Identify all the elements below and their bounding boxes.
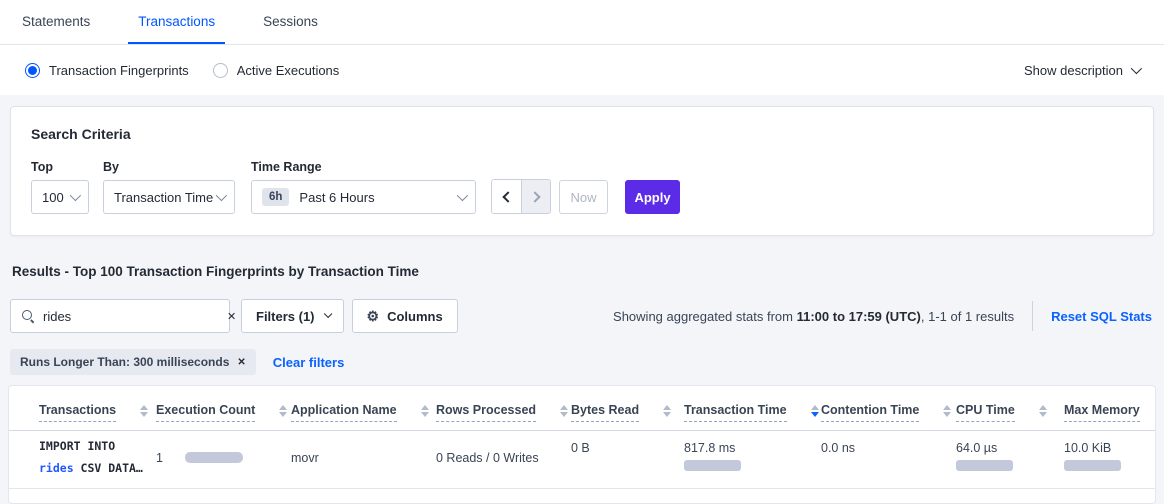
filters-button-label: Filters (1) [256, 309, 315, 324]
sort-icon-active-desc[interactable] [811, 405, 819, 417]
by-label: By [103, 160, 251, 174]
col-header-contention-time[interactable]: Contention Time [821, 386, 956, 431]
time-range-next-button[interactable] [521, 180, 550, 213]
results-toolbar: ✕ Filters (1) ⚙ Columns Showing aggregat… [10, 299, 1154, 333]
tab-statements[interactable]: Statements [12, 0, 100, 44]
time-range-label: Time Range [251, 160, 476, 174]
chevron-right-icon [529, 191, 540, 202]
chevron-left-icon [502, 191, 513, 202]
radio-label: Transaction Fingerprints [49, 63, 189, 78]
clear-search-icon[interactable]: ✕ [227, 310, 236, 323]
main-content: Search Criteria Top 100 By Transaction T… [0, 106, 1164, 504]
cell-transaction-fingerprint[interactable]: IMPORT INTOrides CSV DATA… [9, 431, 156, 489]
time-range-select[interactable]: 6h Past 6 Hours [251, 180, 476, 214]
sort-icon[interactable] [279, 405, 287, 417]
col-header-bytes-read[interactable]: Bytes Read [571, 386, 684, 431]
time-range-field: Time Range 6h Past 6 Hours [251, 160, 476, 214]
execution-count-bar [185, 452, 243, 463]
clear-filters-link[interactable]: Clear filters [273, 355, 345, 370]
cpu-time-bar [956, 460, 1013, 471]
view-mode-row: Transaction Fingerprints Active Executio… [0, 45, 1164, 95]
sort-icon[interactable] [140, 405, 148, 417]
top-label: Top [31, 160, 103, 174]
cell-application-name: movr [291, 431, 436, 489]
chevron-down-icon [323, 310, 331, 318]
show-description-label: Show description [1024, 63, 1123, 78]
filter-chip-row: Runs Longer Than: 300 milliseconds ✕ Cle… [10, 349, 1154, 375]
time-range-badge: 6h [262, 188, 289, 206]
cell-contention-time: 0.0 ns [821, 431, 956, 489]
sort-icon[interactable] [560, 405, 568, 417]
chevron-down-icon [457, 190, 468, 201]
cell-bytes-read: 0 B [571, 431, 684, 489]
top-field: Top 100 [31, 160, 103, 214]
reset-sql-stats-link[interactable]: Reset SQL Stats [1051, 309, 1152, 324]
time-range-prev-button[interactable] [492, 180, 521, 213]
table-row: IMPORT INTOrides CSV DATA… 1 movr 0 Read… [9, 431, 1155, 489]
by-select-value: Transaction Time [114, 190, 213, 205]
radio-label: Active Executions [237, 63, 340, 78]
search-criteria-title: Search Criteria [31, 126, 1133, 142]
search-criteria-card: Search Criteria Top 100 By Transaction T… [10, 106, 1154, 236]
sort-icon[interactable] [421, 405, 429, 417]
by-select[interactable]: Transaction Time [103, 180, 235, 214]
tab-sessions[interactable]: Sessions [253, 0, 328, 44]
col-header-application-name[interactable]: Application Name [291, 386, 436, 431]
sort-icon[interactable] [943, 405, 951, 417]
cell-cpu-time: 64.0 µs [956, 431, 1064, 489]
filters-button[interactable]: Filters (1) [241, 299, 344, 333]
chevron-down-icon [70, 190, 81, 201]
filter-chip-label: Runs Longer Than: 300 milliseconds [20, 355, 229, 369]
show-description-toggle[interactable]: Show description [1024, 63, 1139, 78]
search-input[interactable] [43, 309, 219, 324]
search-icon [21, 309, 35, 323]
by-field: By Transaction Time [103, 160, 251, 214]
col-header-rows-processed[interactable]: Rows Processed [436, 386, 571, 431]
sort-icon[interactable] [1039, 405, 1047, 417]
sort-icon[interactable] [663, 405, 671, 417]
results-table-card: Transactions Execution Count Application… [8, 385, 1156, 504]
gear-icon: ⚙ [367, 309, 380, 323]
col-header-execution-count[interactable]: Execution Count [156, 386, 291, 431]
col-header-cpu-time[interactable]: CPU Time [956, 386, 1064, 431]
radio-transaction-fingerprints[interactable]: Transaction Fingerprints [25, 63, 189, 78]
top-select[interactable]: 100 [31, 180, 89, 214]
filter-chip: Runs Longer Than: 300 milliseconds ✕ [10, 349, 256, 375]
page-tabs: Statements Transactions Sessions [0, 0, 1164, 45]
cell-transaction-time: 817.8 ms [684, 431, 821, 489]
results-heading: Results - Top 100 Transaction Fingerprin… [12, 264, 1154, 279]
col-header-max-memory[interactable]: Max Memory [1064, 386, 1155, 431]
col-header-transactions[interactable]: Transactions [9, 386, 156, 431]
columns-button-label: Columns [387, 309, 443, 324]
radio-unselected-icon [213, 63, 228, 78]
now-button[interactable]: Now [559, 180, 608, 214]
chevron-down-icon [216, 190, 227, 201]
table-header-row: Transactions Execution Count Application… [9, 386, 1155, 431]
top-select-value: 100 [42, 190, 64, 205]
transaction-link[interactable]: rides [39, 461, 74, 475]
chevron-down-icon [1131, 63, 1142, 74]
cell-rows-processed: 0 Reads / 0 Writes [436, 431, 571, 489]
stats-status-area: Showing aggregated stats from 11:00 to 1… [613, 301, 1154, 331]
cell-max-memory: 10.0 KiB [1064, 431, 1155, 489]
aggregated-stats-text: Showing aggregated stats from 11:00 to 1… [613, 309, 1014, 324]
columns-button[interactable]: ⚙ Columns [352, 299, 458, 333]
results-table: Transactions Execution Count Application… [9, 386, 1155, 489]
radio-selected-icon [25, 63, 40, 78]
apply-button[interactable]: Apply [625, 180, 680, 214]
remove-filter-icon[interactable]: ✕ [237, 357, 245, 368]
time-range-value: Past 6 Hours [299, 190, 374, 205]
search-box: ✕ [10, 299, 230, 333]
radio-active-executions[interactable]: Active Executions [213, 63, 340, 78]
transaction-time-bar [684, 460, 741, 471]
vertical-divider [1032, 301, 1033, 331]
col-header-transaction-time[interactable]: Transaction Time [684, 386, 821, 431]
cell-execution-count: 1 [156, 431, 291, 489]
time-range-arrows [491, 179, 551, 214]
tab-transactions[interactable]: Transactions [128, 0, 225, 44]
max-memory-bar [1064, 460, 1121, 471]
